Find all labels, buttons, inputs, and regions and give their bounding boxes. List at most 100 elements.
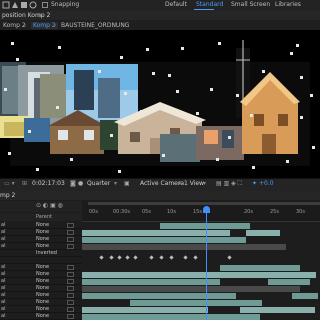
layer-duration-bar[interactable] [292, 293, 318, 299]
layer-row[interactable]: al None [0, 285, 82, 292]
parent-value[interactable]: None [36, 292, 49, 298]
parent-dropdown[interactable] [67, 230, 74, 235]
parent-dropdown[interactable] [67, 286, 74, 291]
parent-value[interactable]: None [36, 236, 49, 242]
point-marker[interactable] [216, 158, 219, 161]
parent-value[interactable]: None [36, 306, 49, 312]
layer-duration-bar[interactable] [82, 230, 230, 236]
keyframe-marker[interactable] [99, 255, 104, 260]
layer-duration-bar[interactable] [268, 279, 310, 285]
layer-duration-bar[interactable] [82, 237, 246, 243]
keyframe-marker[interactable] [183, 255, 188, 260]
point-marker[interactable] [98, 70, 101, 73]
parent-dropdown[interactable] [67, 272, 74, 277]
point-marker[interactable] [300, 76, 303, 79]
keyframe-marker[interactable] [227, 255, 232, 260]
layer-duration-bar[interactable] [250, 265, 300, 271]
timeline-switch-icons[interactable]: ⊙ ◐ ▣ ◍ [36, 202, 63, 209]
point-marker[interactable] [168, 74, 171, 77]
parent-dropdown[interactable] [67, 314, 74, 319]
point-marker[interactable] [58, 46, 61, 49]
keyframe-marker[interactable] [109, 255, 114, 260]
tool-icons[interactable] [2, 1, 38, 10]
layer-row[interactable]: al None [0, 313, 82, 320]
layer-row[interactable]: al None [0, 306, 82, 313]
point-marker[interactable] [36, 168, 39, 171]
keyframe-marker[interactable] [193, 255, 198, 260]
keyframe-marker[interactable] [117, 255, 122, 260]
parent-value[interactable]: None [36, 285, 49, 291]
layer-row[interactable]: al None [0, 292, 82, 299]
point-marker[interactable] [310, 94, 313, 97]
layer-row[interactable]: al None [0, 299, 82, 306]
layer-duration-bar[interactable] [246, 230, 280, 236]
point-marker[interactable] [162, 154, 165, 157]
workspace-standard[interactable]: Standard [196, 1, 223, 8]
layer-row[interactable]: al None [0, 222, 82, 229]
layer-duration-bar[interactable] [232, 237, 245, 243]
parent-value[interactable]: None [36, 243, 49, 249]
point-marker[interactable] [176, 90, 179, 93]
layer-row[interactable]: al None [0, 271, 82, 278]
parent-value[interactable]: None [36, 271, 49, 277]
point-marker[interactable] [250, 114, 253, 117]
parent-dropdown[interactable] [67, 300, 74, 305]
timeline-tab[interactable]: mp 2 [0, 192, 15, 199]
parent-value[interactable]: None [36, 222, 49, 228]
point-marker[interactable] [56, 106, 59, 109]
point-marker[interactable] [4, 88, 7, 91]
exposure-value[interactable]: +0.0 [259, 180, 274, 187]
keyframe-marker[interactable] [159, 255, 164, 260]
layer-row[interactable]: al None [0, 278, 82, 285]
resolution-dropdown[interactable]: Quarter [87, 180, 110, 187]
point-marker[interactable] [296, 44, 299, 47]
layer-duration-bar[interactable] [82, 307, 208, 313]
time-navigator[interactable] [88, 202, 320, 205]
timecode-display[interactable]: 0:02:17:03 [32, 180, 65, 187]
parent-value[interactable]: None [36, 278, 49, 284]
keyframe-marker[interactable] [169, 255, 174, 260]
breadcrumb-bausteine[interactable]: BAUSTEINE_ORDNUNG [61, 22, 129, 29]
point-marker[interactable] [28, 130, 31, 133]
layer-row[interactable] [0, 257, 82, 264]
color-channel-icon[interactable]: ● [78, 180, 83, 187]
snapping-checkbox[interactable] [42, 2, 48, 8]
layer-row[interactable]: al None [0, 264, 82, 271]
layer-duration-bar[interactable] [240, 307, 315, 313]
point-marker[interactable] [16, 58, 19, 61]
parent-dropdown[interactable] [67, 307, 74, 312]
parent-value[interactable]: None [36, 299, 49, 305]
parent-dropdown[interactable] [67, 293, 74, 298]
view-layout-dropdown[interactable]: 1 View [184, 180, 204, 187]
point-marker[interactable] [286, 160, 289, 163]
layer-duration-bar[interactable] [130, 300, 262, 306]
point-marker[interactable] [196, 112, 199, 115]
workspace-libraries[interactable]: Libraries [275, 1, 301, 8]
exposure-icon[interactable]: ✦ [252, 180, 257, 187]
point-marker[interactable] [312, 146, 315, 149]
parent-dropdown[interactable] [67, 279, 74, 284]
grid-icon[interactable]: ⊞ [22, 180, 27, 187]
layer-row[interactable]: al None [0, 229, 82, 236]
camera-snapshot-icon[interactable]: ◙ [70, 180, 76, 187]
point-marker[interactable] [300, 116, 303, 119]
layer-row[interactable]: al None [0, 236, 82, 243]
parent-dropdown[interactable] [67, 244, 74, 249]
point-marker[interactable] [181, 47, 184, 50]
point-marker[interactable] [228, 136, 231, 139]
layer-duration-bar[interactable] [82, 279, 220, 285]
point-marker[interactable] [262, 70, 265, 73]
keyframe-marker[interactable] [125, 255, 130, 260]
playhead-line[interactable] [206, 206, 207, 320]
point-marker[interactable] [124, 92, 127, 95]
composition-panel-title[interactable]: position Komp 2 [2, 12, 50, 19]
layer-duration-bar[interactable] [82, 244, 286, 250]
keyframe-marker[interactable] [149, 255, 154, 260]
magnification-dropdown[interactable]: ▭ ▾ [4, 180, 15, 187]
region-of-interest-icon[interactable]: ▣ [124, 180, 130, 187]
layer-duration-bar[interactable] [82, 286, 300, 292]
layer-row[interactable]: Inverted [0, 250, 82, 257]
breadcrumb-komp2-first[interactable]: Komp 2 [3, 22, 26, 29]
parent-dropdown[interactable] [67, 223, 74, 228]
layer-duration-bar[interactable] [82, 293, 236, 299]
